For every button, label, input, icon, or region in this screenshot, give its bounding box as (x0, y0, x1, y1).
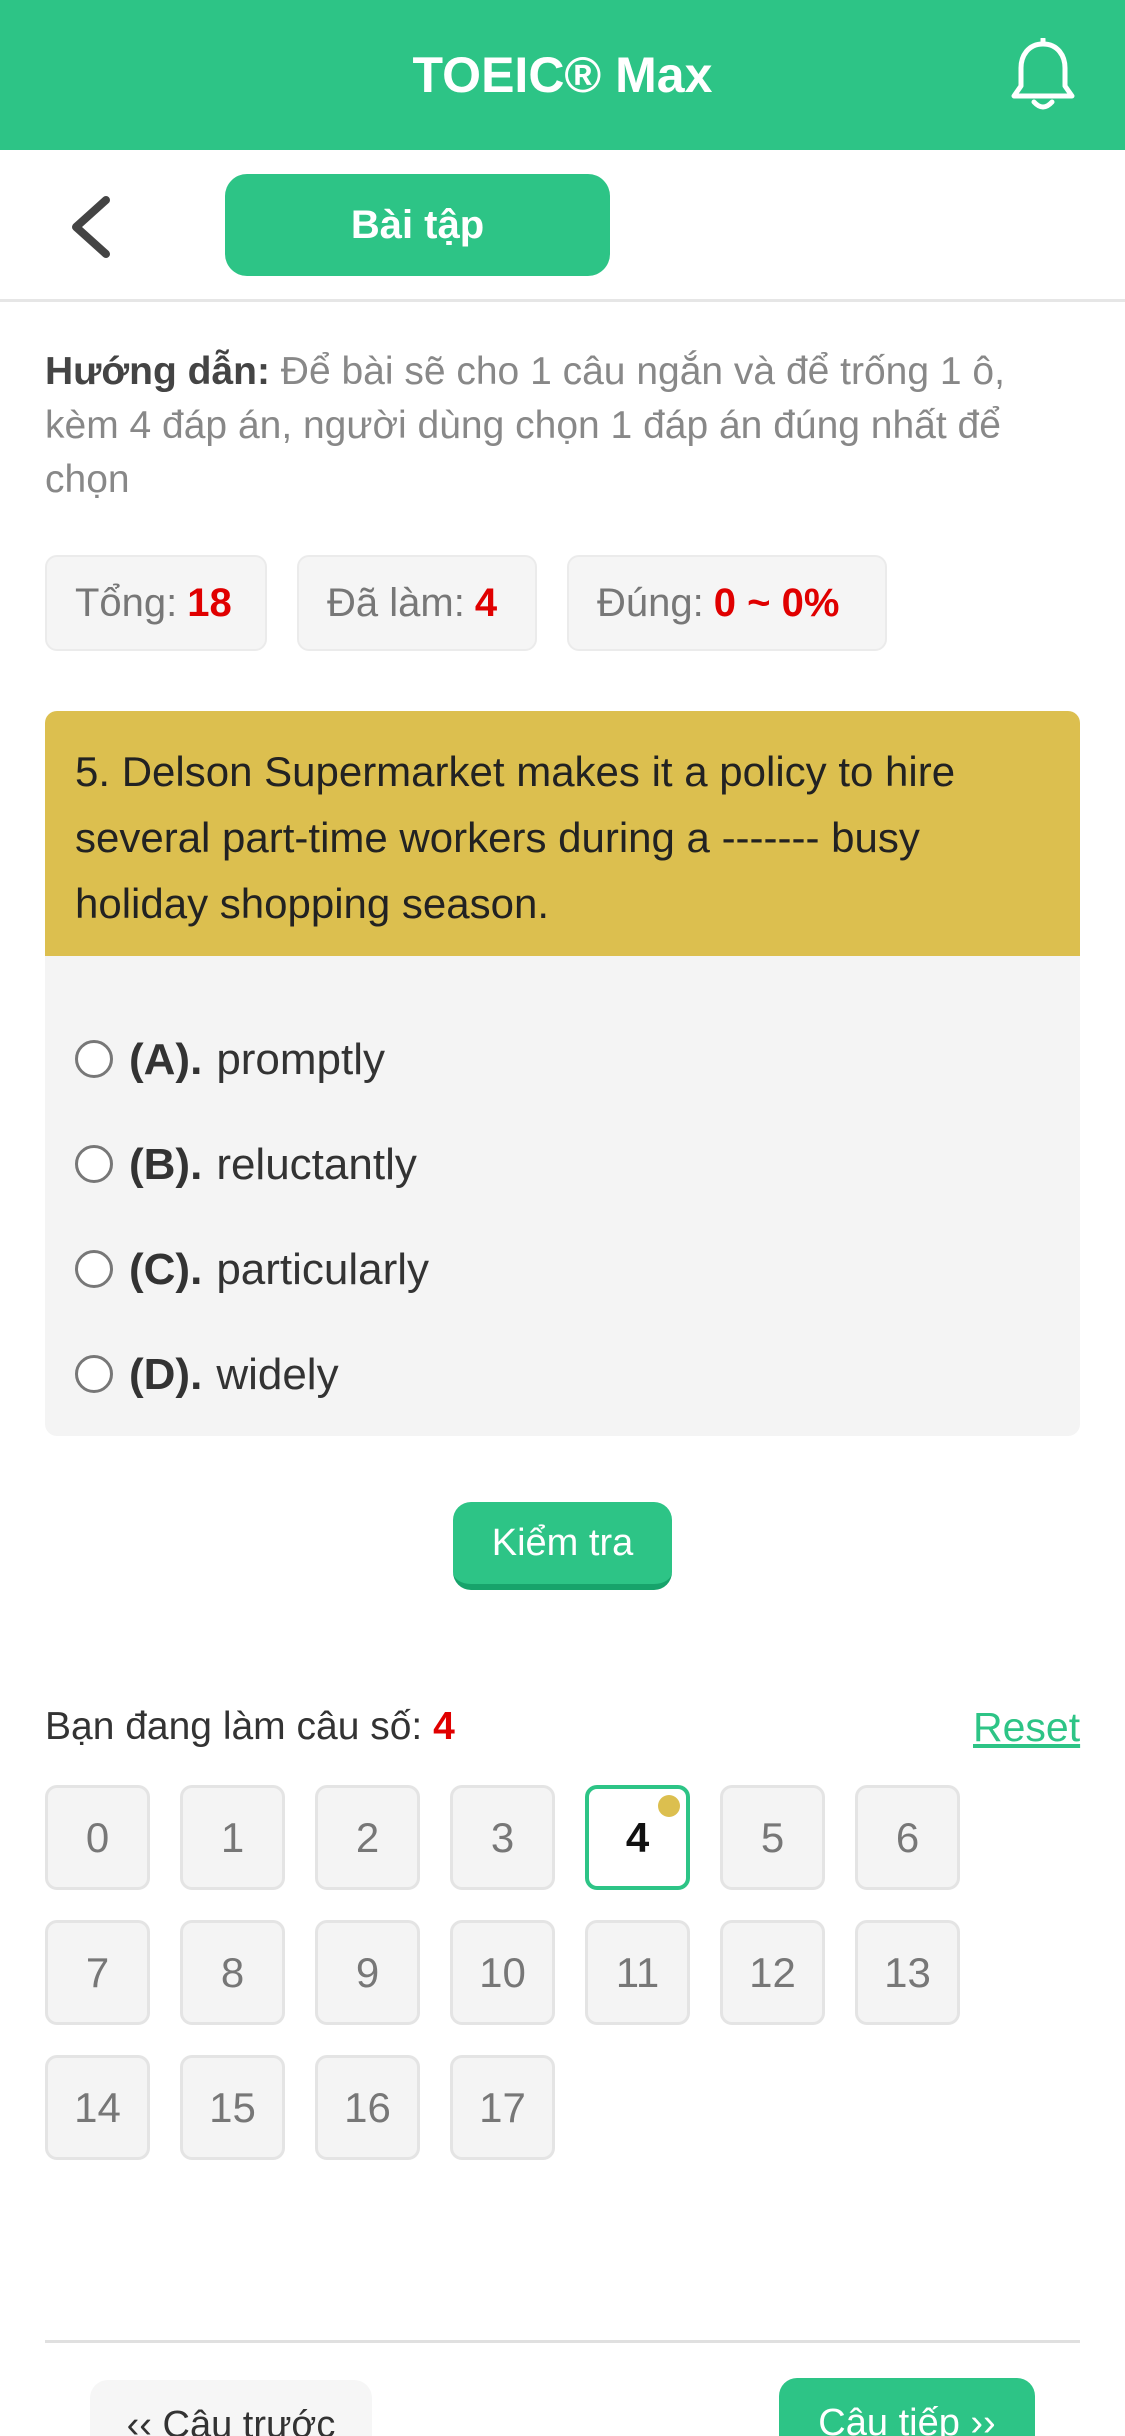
option-a-text: promptly (216, 1035, 386, 1084)
instructions: Hướng dẫn: Để bài sẽ cho 1 câu ngắn và đ… (45, 345, 1080, 507)
option-c[interactable]: (C). particularly (75, 1240, 429, 1300)
next-question-button[interactable]: Câu tiếp ›› (779, 2378, 1035, 2436)
question-cell-6[interactable]: 6 (855, 1785, 960, 1890)
stat-total: Tổng: 18 (45, 555, 267, 651)
option-a-label: (A). (129, 1035, 203, 1084)
option-d[interactable]: (D). widely (75, 1345, 339, 1405)
check-button[interactable]: Kiểm tra (453, 1502, 672, 1590)
option-b[interactable]: (B). reluctantly (75, 1135, 417, 1195)
bell-icon[interactable] (1008, 38, 1078, 114)
question-cell-7[interactable]: 7 (45, 1920, 150, 2025)
question-cell-14[interactable]: 14 (45, 2055, 150, 2160)
current-question-indicator: Bạn đang làm câu số: 4 (45, 1700, 455, 1754)
stat-total-value: 18 (187, 581, 232, 625)
question-cell-13[interactable]: 13 (855, 1920, 960, 2025)
option-d-label: (D). (129, 1350, 203, 1399)
answer-options: (A). promptly (B). reluctantly (C). particu… (45, 956, 1080, 1436)
app-bar: TOEIC® Max (0, 0, 1125, 150)
stat-correct: Đúng: 0 ~ 0% (567, 555, 887, 651)
radio-icon[interactable] (75, 1145, 113, 1184)
question-cell-0[interactable]: 0 (45, 1785, 150, 1890)
question-cell-4-current[interactable]: 4 (585, 1785, 690, 1890)
option-d-text: widely (216, 1350, 339, 1399)
option-c-label: (C). (129, 1245, 203, 1294)
exercise-tab-button[interactable]: Bài tập (225, 174, 610, 276)
radio-icon[interactable] (75, 1355, 113, 1394)
option-a[interactable]: (A). promptly (75, 1030, 385, 1090)
question-cell-15[interactable]: 15 (180, 2055, 285, 2160)
option-b-text: reluctantly (216, 1140, 417, 1189)
stat-done: Đã làm: 4 (297, 555, 537, 651)
question-grid: 0 1 2 3 4 5 6 7 8 9 10 11 12 13 14 15 16… (45, 1785, 1080, 2165)
stat-done-label: Đã làm: (327, 581, 465, 625)
question-cell-1[interactable]: 1 (180, 1785, 285, 1890)
stat-done-value: 4 (474, 581, 498, 625)
current-marker-dot (658, 1795, 680, 1817)
option-b-label: (B). (129, 1140, 203, 1189)
divider (45, 2340, 1080, 2343)
question-cell-2[interactable]: 2 (315, 1785, 420, 1890)
stat-correct-label: Đúng: (597, 581, 704, 625)
question-cell-8[interactable]: 8 (180, 1920, 285, 2025)
radio-icon[interactable] (75, 1250, 113, 1289)
question-cell-12[interactable]: 12 (720, 1920, 825, 2025)
radio-icon[interactable] (75, 1040, 113, 1079)
current-question-label: Bạn đang làm câu số: (45, 1705, 423, 1748)
question-cell-17[interactable]: 17 (450, 2055, 555, 2160)
option-c-text: particularly (216, 1245, 430, 1294)
question-cell-4-label: 4 (625, 1814, 650, 1861)
chevron-left-icon[interactable] (62, 192, 122, 262)
previous-question-button[interactable]: ‹‹ Câu trước (90, 2380, 372, 2436)
question-cell-16[interactable]: 16 (315, 2055, 420, 2160)
question-cell-9[interactable]: 9 (315, 1920, 420, 2025)
app-title: TOEIC® Max (412, 47, 713, 103)
stat-total-label: Tổng: (75, 581, 178, 625)
sub-header: Bài tập (0, 150, 1125, 302)
instructions-label: Hướng dẫn: (45, 350, 270, 393)
question-cell-10[interactable]: 10 (450, 1920, 555, 2025)
current-question-number: 4 (433, 1705, 455, 1748)
reset-link[interactable]: Reset (973, 1700, 1080, 1754)
question-cell-11[interactable]: 11 (585, 1920, 690, 2025)
question-cell-3[interactable]: 3 (450, 1785, 555, 1890)
question-cell-5[interactable]: 5 (720, 1785, 825, 1890)
question-text: 5. Delson Supermarket makes it a policy … (45, 711, 1080, 956)
stat-correct-value: 0 ~ 0% (713, 581, 840, 625)
